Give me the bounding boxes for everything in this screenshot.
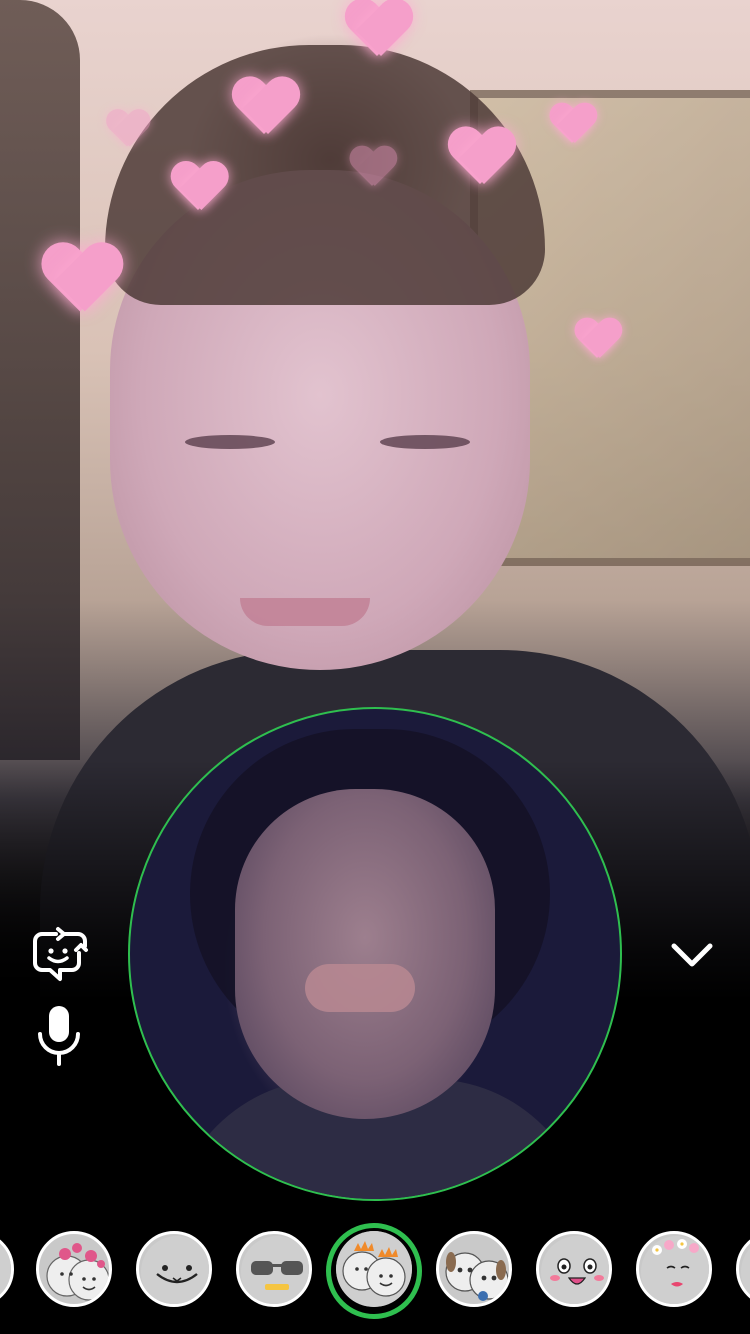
heart-lens-effect-icon	[448, 128, 512, 186]
partial-lens-icon	[0, 1242, 11, 1302]
lens-item-selected[interactable]	[336, 1231, 412, 1307]
microphone-button[interactable]	[34, 1004, 84, 1068]
heart-couple-lens-icon	[46, 1243, 109, 1301]
remote-left-eye	[185, 435, 275, 449]
lens-item[interactable]	[636, 1231, 712, 1307]
flip-camera-button[interactable]	[30, 926, 90, 982]
heart-lens-effect-icon	[106, 110, 148, 148]
local-video-preview[interactable]	[128, 707, 622, 1201]
smiley-lens-icon	[141, 1236, 209, 1304]
heart-lens-effect-icon	[550, 104, 595, 145]
local-person-face	[235, 789, 495, 1119]
chevron-down-icon	[671, 943, 713, 967]
lens-item[interactable]	[236, 1231, 312, 1307]
lens-item[interactable]	[0, 1231, 14, 1307]
lens-item[interactable]	[736, 1231, 750, 1307]
heart-lens-effect-icon	[42, 244, 119, 314]
lens-item[interactable]	[436, 1231, 512, 1307]
heart-lens-effect-icon	[350, 147, 395, 188]
flip-camera-icon	[33, 927, 88, 981]
remote-right-eye	[380, 435, 470, 449]
fire-crown-couple-lens-icon	[336, 1231, 412, 1307]
lens-item[interactable]	[136, 1231, 212, 1307]
blush-face-lens-icon	[541, 1236, 609, 1304]
collapse-lenses-button[interactable]	[664, 930, 720, 980]
sunglasses-grill-lens-icon	[241, 1236, 309, 1304]
heart-lens-effect-icon	[575, 319, 620, 360]
remote-mouth	[240, 598, 370, 626]
background-person	[0, 0, 80, 760]
partial-lens-icon	[741, 1248, 750, 1296]
flower-crown-lens-icon	[641, 1236, 709, 1304]
lens-carousel[interactable]	[0, 1223, 750, 1319]
lens-item[interactable]	[536, 1231, 612, 1307]
heart-lens-effect-icon	[171, 162, 225, 211]
local-person-mouth	[305, 964, 415, 1012]
heart-lens-effect-icon	[232, 78, 296, 136]
puppy-couple-lens-icon	[445, 1252, 509, 1301]
video-call-screen	[0, 0, 750, 1334]
microphone-icon	[38, 1006, 80, 1066]
heart-lens-effect-icon	[345, 0, 409, 58]
lens-item[interactable]	[36, 1231, 112, 1307]
